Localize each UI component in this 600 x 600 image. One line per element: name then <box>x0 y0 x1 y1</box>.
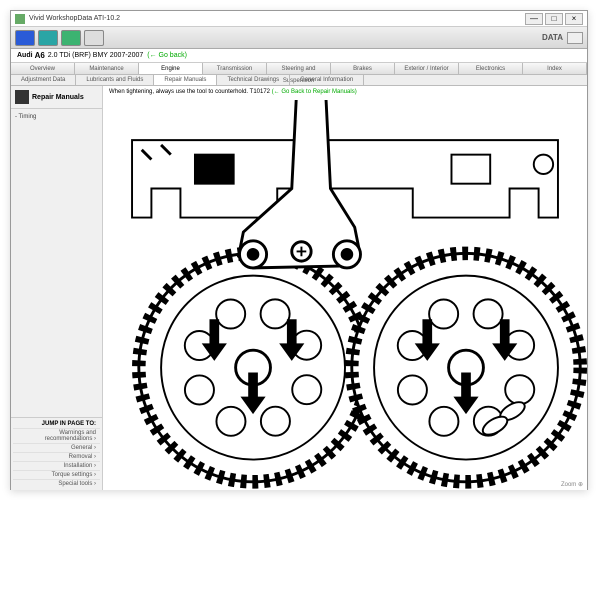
subtab-adjustment-data[interactable]: Adjustment Data <box>11 75 76 85</box>
jump-link[interactable]: Torque settings › <box>13 470 100 479</box>
toolbar-button-3[interactable] <box>61 30 81 46</box>
main-content: When tightening, always use the tool to … <box>103 86 587 490</box>
maximize-button[interactable]: □ <box>545 13 563 25</box>
sub-tabs: Adjustment DataLubricants and FluidsRepa… <box>11 75 587 86</box>
toolbar: DATA <box>11 27 587 49</box>
jump-link[interactable]: General › <box>13 443 100 452</box>
sidebar-header: Repair Manuals <box>11 86 102 109</box>
subtab-lubricants-and-fluids[interactable]: Lubricants and Fluids <box>76 75 154 85</box>
sidebar-title: Repair Manuals <box>32 94 84 101</box>
vehicle-model: A6 <box>35 51 45 60</box>
zoom-control[interactable]: Zoom ⊕ <box>561 481 583 488</box>
tab-brakes[interactable]: Brakes <box>331 63 395 74</box>
titlebar: Vivid WorkshopData ATI-10.2 — □ × <box>11 11 587 27</box>
technical-diagram <box>103 100 587 490</box>
jump-link[interactable]: Removal › <box>13 452 100 461</box>
tab-exterior-interior[interactable]: Exterior / Interior <box>395 63 459 74</box>
manual-icon <box>15 90 29 104</box>
toolbar-button-1[interactable] <box>15 30 35 46</box>
jump-link[interactable]: Warnings and recommendations › <box>13 428 100 443</box>
jump-section: JUMP IN PAGE TO: Warnings and recommenda… <box>11 417 102 490</box>
tab-maintenance[interactable]: Maintenance <box>75 63 139 74</box>
instruction-text: When tightening, always use the tool to … <box>103 86 587 98</box>
close-button[interactable]: × <box>565 13 583 25</box>
tree-item[interactable]: - Timing <box>13 113 100 121</box>
tab-electronics[interactable]: Electronics <box>459 63 523 74</box>
tab-steering-and-suspension[interactable]: Steering and Suspension <box>267 63 331 74</box>
window-title: Vivid WorkshopData ATI-10.2 <box>29 15 525 22</box>
tab-overview[interactable]: Overview <box>11 63 75 74</box>
go-back-link[interactable]: (← Go back) <box>147 52 187 59</box>
tab-index[interactable]: Index <box>523 63 587 74</box>
tree-view: - Timing <box>11 109 102 417</box>
subtab-general-information[interactable]: General Information <box>290 75 364 85</box>
tab-transmission[interactable]: Transmission <box>203 63 267 74</box>
app-window: Vivid WorkshopData ATI-10.2 — □ × DATA A… <box>10 10 588 490</box>
logo-box-icon <box>567 32 583 44</box>
toolbar-button-4[interactable] <box>84 30 104 46</box>
vehicle-bar: Audi A6 2.0 TDi (BRF) BMY 2007-2007 (← G… <box>11 49 587 63</box>
tab-engine[interactable]: Engine <box>139 63 203 74</box>
vehicle-spec: 2.0 TDi (BRF) BMY 2007-2007 <box>48 52 143 59</box>
brand-logo: DATA <box>542 32 583 44</box>
sidebar: Repair Manuals - Timing JUMP IN PAGE TO:… <box>11 86 103 490</box>
back-to-manuals-link[interactable]: (← Go Back to Repair Manuals) <box>272 89 357 95</box>
vehicle-brand: Audi <box>17 52 33 59</box>
jump-heading: JUMP IN PAGE TO: <box>13 420 100 428</box>
logo-text: DATA <box>542 33 563 42</box>
subtab-repair-manuals[interactable]: Repair Manuals <box>154 75 217 85</box>
toolbar-button-2[interactable] <box>38 30 58 46</box>
main-tabs: OverviewMaintenanceEngineTransmissionSte… <box>11 63 587 75</box>
minimize-button[interactable]: — <box>525 13 543 25</box>
app-icon <box>15 14 25 24</box>
jump-link[interactable]: Special tools › <box>13 479 100 488</box>
jump-link[interactable]: Installation › <box>13 461 100 470</box>
subtab-technical-drawings[interactable]: Technical Drawings <box>217 75 290 85</box>
